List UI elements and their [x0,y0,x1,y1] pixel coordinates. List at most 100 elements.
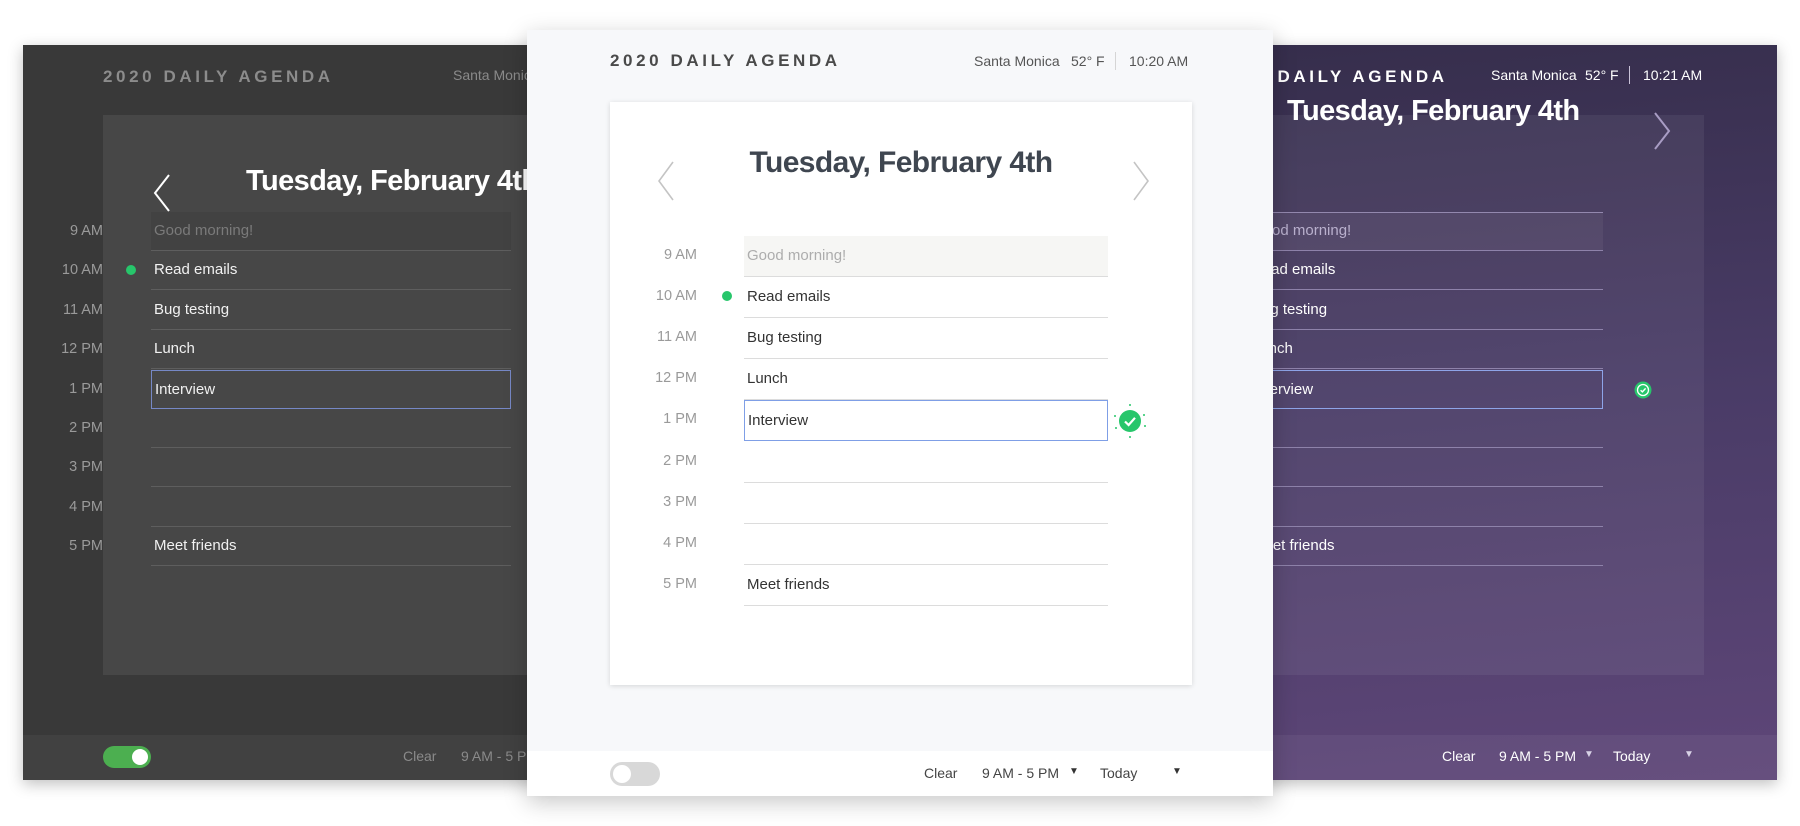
agenda-row: 10 AM Read emails [610,277,1192,319]
agenda-entry-input[interactable]: Meet friends [1247,527,1603,567]
agenda-entry-input[interactable] [151,409,511,448]
agenda-row [1247,488,1777,527]
light-theme-window: 2020 DAILY AGENDA Santa Monica 52° F 10:… [527,30,1273,796]
header-temperature: 52° F [1071,53,1105,69]
time-label: 12 PM [655,370,697,387]
agenda-entry-input[interactable]: Bug testing [151,291,511,330]
app-title: 2020 DAILY AGENDA [610,51,841,70]
view-select[interactable]: Today [1613,748,1650,764]
agenda-row: 10 AM Read emails [23,251,553,291]
header-location: Santa Monica [1491,67,1577,83]
day-title: Tuesday, February 4th [1287,95,1580,127]
time-label: 3 PM [69,459,103,476]
agenda-entry-input[interactable]: Lunch [1247,330,1603,370]
agenda-entry-input[interactable]: Read emails [1247,251,1603,291]
agenda-row: Lunch [1247,330,1777,370]
agenda-entry-input[interactable]: Meet friends [151,527,511,567]
check-circle-icon [1634,381,1652,399]
toggle-knob [132,749,148,765]
theme-toggle[interactable] [103,746,151,768]
agenda-entry-input[interactable]: Lunch [151,330,511,370]
agenda-row: 1 PM Interview [610,400,1192,442]
agenda-row: 9 AM Good morning! [23,212,553,251]
header-temperature: 52° F [1585,67,1619,83]
day-title: Tuesday, February 4th [246,165,539,197]
header-time: 10:21 AM [1643,67,1703,83]
footer-bar: Clear 9 AM - 5 PM [23,735,553,780]
agenda-row: 3 PM [23,448,553,488]
agenda-row: 2 PM [23,409,553,448]
dark-theme-window: 2020 DAILY AGENDA Santa Monic Tuesday, F… [23,45,553,780]
agenda-entry-input[interactable] [744,524,1108,565]
day-title: Tuesday, February 4th [749,146,1053,179]
agenda-entry-input[interactable]: Meet friends [744,565,1108,606]
time-label: 4 PM [69,498,103,515]
time-label: 10 AM [655,288,697,305]
agenda-row: 9 AM Good morning! [610,236,1192,277]
header-time: 10:20 AM [1129,53,1189,69]
agenda-row [1247,448,1777,488]
time-label: 1 PM [663,411,697,428]
footer-bar: Clear 9 AM - 5 PM ▼ Today ▼ [527,751,1273,796]
agenda-row: 12 PM Lunch [610,359,1192,401]
agenda-entry-input[interactable] [744,442,1108,483]
footer-bar: Clear 9 AM - 5 PM ▼ Today ▼ [1247,735,1777,780]
agenda-row: 2 PM [610,442,1192,483]
agenda-entry-input[interactable] [151,488,511,527]
caret-down-icon: ▼ [1069,766,1079,777]
agenda-entry-input-focused[interactable]: Interview [1247,369,1603,409]
hours-range-select[interactable]: 9 AM - 5 PM [982,765,1059,781]
agenda-entry-input[interactable] [1247,448,1603,488]
hours-range-select[interactable]: 9 AM - 5 PM [1499,748,1576,764]
agenda-row: 1 PM Interview [23,369,553,409]
header-divider [1629,66,1630,84]
clear-button[interactable]: Clear [1442,748,1475,764]
time-label: 1 PM [69,380,103,397]
view-select[interactable]: Today [1100,765,1137,781]
time-label: 11 AM [62,301,103,318]
agenda-row: 5 PM Meet friends [610,565,1192,606]
caret-down-icon: ▼ [1584,749,1594,760]
agenda-row: 4 PM [610,524,1192,565]
time-label: 9 AM [69,223,103,239]
agenda-entry-input[interactable]: Bug testing [1247,291,1603,330]
agenda-entry-input[interactable]: Good morning! [151,212,511,251]
agenda-entry-input[interactable]: Good morning! [1247,212,1603,251]
chevron-left-icon[interactable] [147,171,183,215]
clear-button[interactable]: Clear [403,748,436,764]
agenda-entry-input-focused[interactable]: Interview [744,400,1108,442]
agenda-row: Bug testing [1247,291,1777,330]
agenda-row: 5 PM Meet friends [23,527,553,567]
agenda-entry-input[interactable]: Bug testing [744,318,1108,360]
agenda-row [1247,409,1777,448]
clear-button[interactable]: Clear [924,765,957,781]
agenda-entry-input[interactable]: Read emails [744,277,1108,319]
agenda-entry-input[interactable] [151,448,511,488]
agenda-entry-input[interactable] [744,483,1108,524]
agenda-row: Meet friends [1247,527,1777,567]
time-label: 2 PM [69,420,103,436]
agenda-entry-input[interactable]: Good morning! [744,236,1108,277]
agenda-entry-input[interactable]: Read emails [151,251,511,291]
time-label: 12 PM [61,341,103,358]
current-hour-dot-icon [126,265,136,276]
agenda-row: Good morning! [1247,212,1777,251]
agenda-entry-input[interactable]: Lunch [744,359,1108,401]
agenda-row: 12 PM Lunch [23,330,553,370]
time-label: 9 AM [663,247,697,263]
agenda-row: 4 PM [23,488,553,527]
agenda-row: 11 AM Bug testing [23,291,553,330]
time-label: 11 AM [656,329,697,346]
time-label: 5 PM [69,538,103,555]
theme-toggle[interactable] [610,762,660,786]
chevron-right-icon[interactable] [1128,158,1154,204]
agenda-entry-input[interactable] [1247,488,1603,527]
header-divider [1115,52,1116,70]
agenda-entry-input[interactable] [1247,409,1603,448]
toggle-knob [613,765,631,783]
purple-theme-window: 2020 DAILY AGENDA Santa Monica 52° F 10:… [1247,45,1777,780]
agenda-row: Read emails [1247,251,1777,291]
app-title: 2020 DAILY AGENDA [103,67,334,86]
chevron-right-icon[interactable] [1649,109,1675,153]
agenda-entry-input-focused[interactable]: Interview [151,369,511,409]
